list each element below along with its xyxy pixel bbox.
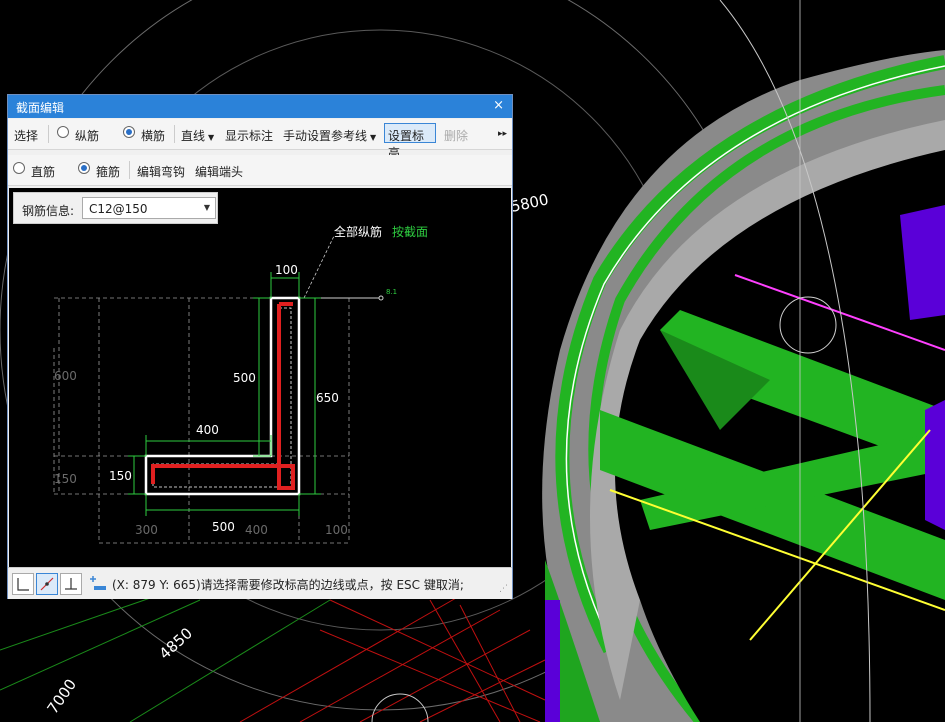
dashed-grid [53,297,350,544]
toolbar-overflow-icon[interactable]: ▸▸ [498,129,507,139]
chevron-down-icon: ▼ [370,133,377,142]
toolbar-separator [174,125,175,143]
elevation-marker [378,295,384,301]
set-elevation-button[interactable]: 设置标高 [384,123,436,160]
transverse-label[interactable]: 横筋 [141,127,165,144]
dim-vertical-outer: 650 [316,391,339,405]
snap-line-icon[interactable] [36,573,58,595]
chevron-down-icon: ▼ [208,133,215,142]
dim-bottom-400: 400 [245,523,268,537]
ortho-mode-icon[interactable] [12,573,34,595]
select-button[interactable]: 选择 [14,127,38,144]
dim-horizontal-upper: 400 [196,423,219,437]
section-canvas[interactable]: 600 150 300 400 100 8.1 全部纵筋 按截面 100 500… [9,188,511,567]
manual-ref-line-label: 手动设置参考线 [283,129,368,143]
dim-bottom-width: 500 [212,520,235,534]
stirrup-label[interactable]: 箍筋 [96,163,120,180]
elevation-tag: 8.1 [386,288,397,296]
manual-ref-line-dropdown[interactable]: 手动设置参考线 ▼ [283,127,376,144]
section-drawing: 600 150 300 400 100 8.1 全部纵筋 按截面 100 500… [53,224,428,544]
straight-line-dropdown[interactable]: 直线 ▼ [181,127,214,144]
chevron-down-icon: ▼ [203,203,210,212]
stirrup-radio[interactable] [78,162,90,174]
toolbar-main: 选择 纵筋 横筋 直线 ▼ 显示标注 手动设置参考线 ▼ 设置标高 删除 ▸▸ [8,119,512,160]
add-point-icon[interactable] [86,573,108,595]
rebar-info-label: 钢筋信息: [22,204,75,218]
resize-grip-icon[interactable]: ⋰ [499,584,508,594]
dialog-title: 截面编辑 [16,101,65,115]
tank-lower-purple [545,600,560,722]
annotation-leader [303,235,335,299]
toolbar-rebar-type: 直筋 箍筋 编辑弯钩 编辑端头 [8,155,512,186]
edit-hook-button[interactable]: 编辑弯钩 [137,163,185,180]
show-dims-button[interactable]: 显示标注 [225,127,273,144]
annotation-all-longitudinal: 全部纵筋 [334,224,382,239]
status-bar: (X: 879 Y: 665)请选择需要修改标高的边线或点，按 ESC 键取消;… [8,567,512,599]
straight-line-label: 直线 [181,129,206,143]
delete-button[interactable]: 删除 [444,127,468,144]
longitudinal-label[interactable]: 纵筋 [75,127,99,144]
status-message: (X: 879 Y: 665)请选择需要修改标高的边线或点，按 ESC 键取消; [112,578,464,592]
rebar-info-value: C12@150 [89,202,148,216]
dialog-title-bar[interactable]: 截面编辑 × [8,95,512,118]
purple-column-right [925,400,945,530]
transverse-radio[interactable] [123,126,135,138]
dim-flange-height: 150 [109,469,132,483]
straight-bar-radio[interactable] [13,162,25,174]
dim-bottom-300: 300 [135,523,158,537]
close-icon[interactable]: × [493,98,504,113]
dim-left-600: 600 [54,369,77,383]
straight-bar-label[interactable]: 直筋 [31,163,55,180]
dim-top-width: 100 [275,263,298,277]
annotation-by-section: 按截面 [392,225,428,239]
dim-bottom-100: 100 [325,523,348,537]
toolbar-separator [48,125,49,143]
dim-left-150: 150 [54,472,77,486]
toolbar-separator [129,161,130,179]
longitudinal-radio[interactable] [57,126,69,138]
rebar-info-select[interactable]: C12@150 ▼ [82,197,216,219]
section-edit-dialog: 截面编辑 × 选择 纵筋 横筋 直线 ▼ 显示标注 手动设置参考线 ▼ 设置标高 删… [7,94,513,599]
edit-end-button[interactable]: 编辑端头 [195,163,243,180]
rebar-info-panel: 钢筋信息: C12@150 ▼ [13,192,218,224]
dim-vertical-inner: 500 [233,371,256,385]
perpendicular-icon[interactable] [60,573,82,595]
